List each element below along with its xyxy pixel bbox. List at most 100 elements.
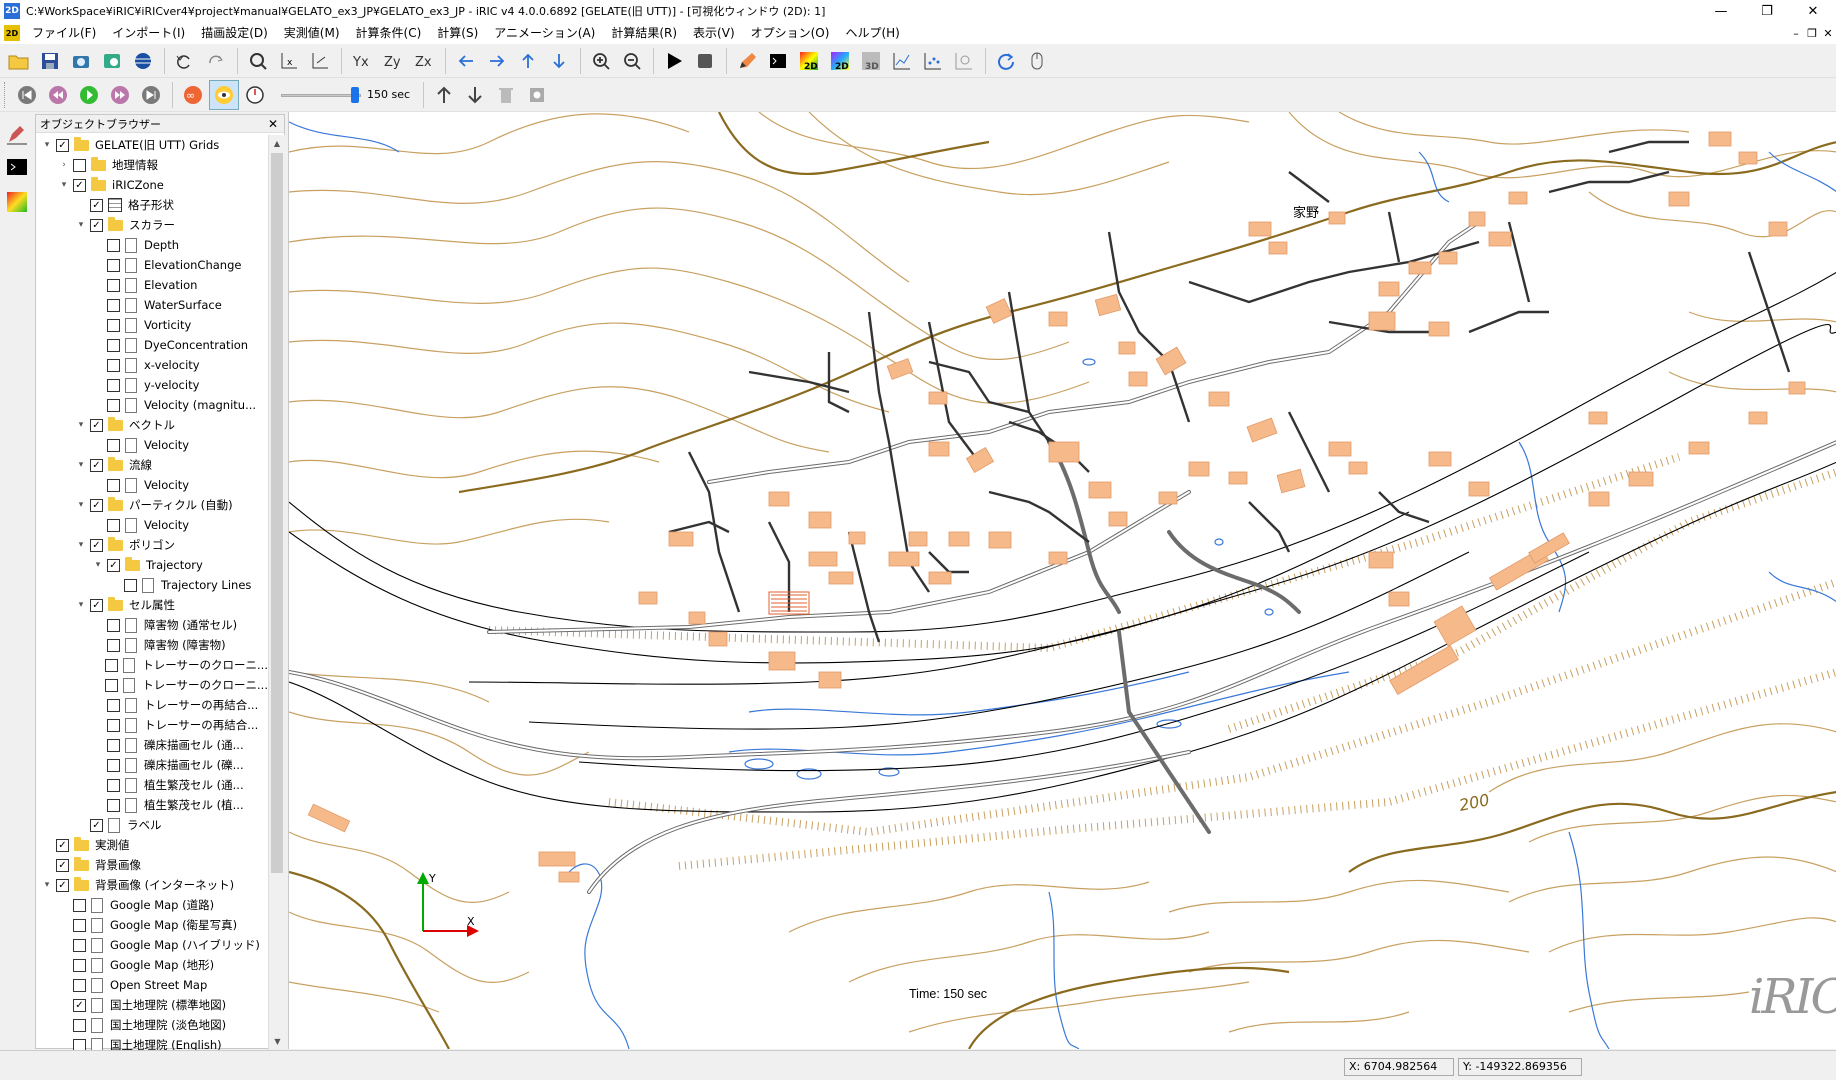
- undo-icon[interactable]: [170, 46, 200, 76]
- scroll-down-icon[interactable]: ▼: [269, 1033, 286, 1050]
- object-browser-close-button[interactable]: ✕: [268, 117, 278, 131]
- tree-item[interactable]: 植生繁茂セル (植...: [36, 795, 268, 815]
- follow-icon[interactable]: [209, 79, 239, 110]
- tree-item[interactable]: ▾ ✓ スカラー: [36, 215, 268, 235]
- scatter-icon[interactable]: [918, 46, 948, 76]
- tree-checkbox[interactable]: [73, 958, 86, 972]
- tree-checkbox[interactable]: [73, 918, 86, 932]
- refresh-icon[interactable]: [991, 46, 1021, 76]
- tree-item[interactable]: Velocity: [36, 475, 268, 495]
- tree-item[interactable]: ✓ 国土地理院 (標準地図): [36, 995, 268, 1015]
- tree-item[interactable]: ✓ 格子形状: [36, 195, 268, 215]
- tree-checkbox[interactable]: [73, 938, 86, 952]
- expanded-arrow-icon[interactable]: ▾: [74, 220, 88, 230]
- menu-options[interactable]: オプション(O): [743, 22, 838, 44]
- tree-checkbox[interactable]: [73, 1018, 86, 1032]
- expanded-arrow-icon[interactable]: ▾: [40, 140, 54, 150]
- mdi-minimize-button[interactable]: –: [1788, 27, 1804, 40]
- tree-checkbox[interactable]: [107, 738, 120, 752]
- view-zy-icon[interactable]: Zy: [378, 46, 408, 76]
- tree-item[interactable]: Velocity (magnitu...: [36, 395, 268, 415]
- settings-icon[interactable]: [522, 80, 552, 110]
- expanded-arrow-icon[interactable]: ▾: [57, 180, 71, 190]
- tree-item[interactable]: x-velocity: [36, 355, 268, 375]
- tree-checkbox[interactable]: [107, 238, 120, 252]
- tree-item[interactable]: ▾ ✓ パーティクル (自動): [36, 495, 268, 515]
- tree-item[interactable]: Google Map (道路): [36, 895, 268, 915]
- camera-icon[interactable]: [66, 46, 96, 76]
- snapshot-icon[interactable]: [97, 46, 127, 76]
- tree-checkbox[interactable]: [107, 758, 120, 772]
- tree-checkbox[interactable]: ✓: [90, 418, 103, 432]
- menu-results[interactable]: 計算結果(R): [603, 22, 685, 44]
- tree-item[interactable]: ▾ ✓ 背景画像 (インターネット): [36, 875, 268, 895]
- terminal-tool-icon[interactable]: [3, 154, 31, 182]
- tree-item[interactable]: トレーサーの再結合...: [36, 695, 268, 715]
- tree-checkbox[interactable]: ✓: [56, 838, 69, 852]
- tree-item[interactable]: 植生繁茂セル (通...: [36, 775, 268, 795]
- console-icon[interactable]: [763, 46, 793, 76]
- tree-checkbox[interactable]: ✓: [90, 498, 103, 512]
- tree-item[interactable]: トレーサーのクローニ...: [36, 675, 268, 695]
- tree-checkbox[interactable]: ✓: [90, 218, 103, 232]
- visualization-2d-canvas[interactable]: 家野 200 Y X Time: 150 sec iRIC: [288, 112, 1836, 1049]
- tree-checkbox[interactable]: [107, 638, 120, 652]
- tree-item[interactable]: Elevation: [36, 275, 268, 295]
- menu-help[interactable]: ヘルプ(H): [837, 22, 907, 44]
- open-folder-icon[interactable]: [4, 46, 34, 76]
- minimize-button[interactable]: —: [1698, 0, 1744, 22]
- tree-item[interactable]: Open Street Map: [36, 975, 268, 995]
- tree-checkbox[interactable]: [107, 378, 120, 392]
- view-2d-icon[interactable]: 2D: [794, 46, 824, 76]
- menu-view[interactable]: 表示(V): [685, 22, 743, 44]
- pencil-icon[interactable]: [732, 46, 762, 76]
- tree-checkbox[interactable]: [107, 778, 120, 792]
- tree-checkbox[interactable]: [107, 718, 120, 732]
- fast-forward-icon[interactable]: [105, 80, 135, 110]
- tree-checkbox[interactable]: ✓: [90, 198, 103, 212]
- tree-checkbox[interactable]: ✓: [90, 538, 103, 552]
- tree-checkbox[interactable]: ✓: [56, 878, 69, 892]
- tree-item[interactable]: ✓ 実測値: [36, 835, 268, 855]
- clock-icon[interactable]: [240, 80, 270, 110]
- arrow-up-icon[interactable]: [513, 46, 543, 76]
- arrow-down-icon[interactable]: [544, 46, 574, 76]
- tree-checkbox[interactable]: [107, 298, 120, 312]
- chart-zoom-icon[interactable]: [949, 46, 979, 76]
- menu-calc-condition[interactable]: 計算条件(C): [348, 22, 430, 44]
- tree-item[interactable]: 国土地理院 (淡色地図): [36, 1015, 268, 1035]
- tree-checkbox[interactable]: [107, 618, 120, 632]
- tree-item[interactable]: Depth: [36, 235, 268, 255]
- tree-item[interactable]: Velocity: [36, 515, 268, 535]
- tree-checkbox[interactable]: [73, 978, 86, 992]
- tree-item[interactable]: 国土地理院 (English): [36, 1035, 268, 1050]
- expanded-arrow-icon[interactable]: ▾: [74, 460, 88, 470]
- expanded-arrow-icon[interactable]: ▾: [40, 880, 54, 890]
- tree-checkbox[interactable]: [73, 158, 86, 172]
- scroll-up-icon[interactable]: ▲: [269, 135, 285, 152]
- view-zx-icon[interactable]: Zx: [409, 46, 439, 76]
- tree-item[interactable]: トレーサーのクローニ...: [36, 655, 268, 675]
- tree-item[interactable]: 障害物 (通常セル): [36, 615, 268, 635]
- time-slider[interactable]: [281, 85, 361, 105]
- object-tree-scrollbar[interactable]: ▲ ▼: [268, 135, 285, 1050]
- edit-tool-icon[interactable]: [3, 120, 31, 148]
- tree-item[interactable]: › 地理情報: [36, 155, 268, 175]
- rewind-icon[interactable]: [43, 80, 73, 110]
- redo-icon[interactable]: [201, 46, 231, 76]
- tree-checkbox[interactable]: [105, 678, 119, 692]
- tree-item[interactable]: Trajectory Lines: [36, 575, 268, 595]
- menu-import[interactable]: インポート(I): [104, 22, 193, 44]
- arrow-left-icon[interactable]: [451, 46, 481, 76]
- tree-checkbox[interactable]: [107, 798, 120, 812]
- menu-file[interactable]: ファイル(F): [24, 22, 104, 44]
- run-icon[interactable]: [659, 46, 689, 76]
- tree-checkbox[interactable]: [107, 358, 120, 372]
- tree-item[interactable]: 礫床描画セル (礫...: [36, 755, 268, 775]
- zoom-in-icon[interactable]: [586, 46, 616, 76]
- loop-icon[interactable]: ∞: [178, 80, 208, 110]
- tree-checkbox[interactable]: ✓: [56, 858, 69, 872]
- tree-item[interactable]: Google Map (ハイブリッド): [36, 935, 268, 955]
- move-up-icon[interactable]: [429, 80, 459, 110]
- menu-calculation[interactable]: 計算(S): [429, 22, 486, 44]
